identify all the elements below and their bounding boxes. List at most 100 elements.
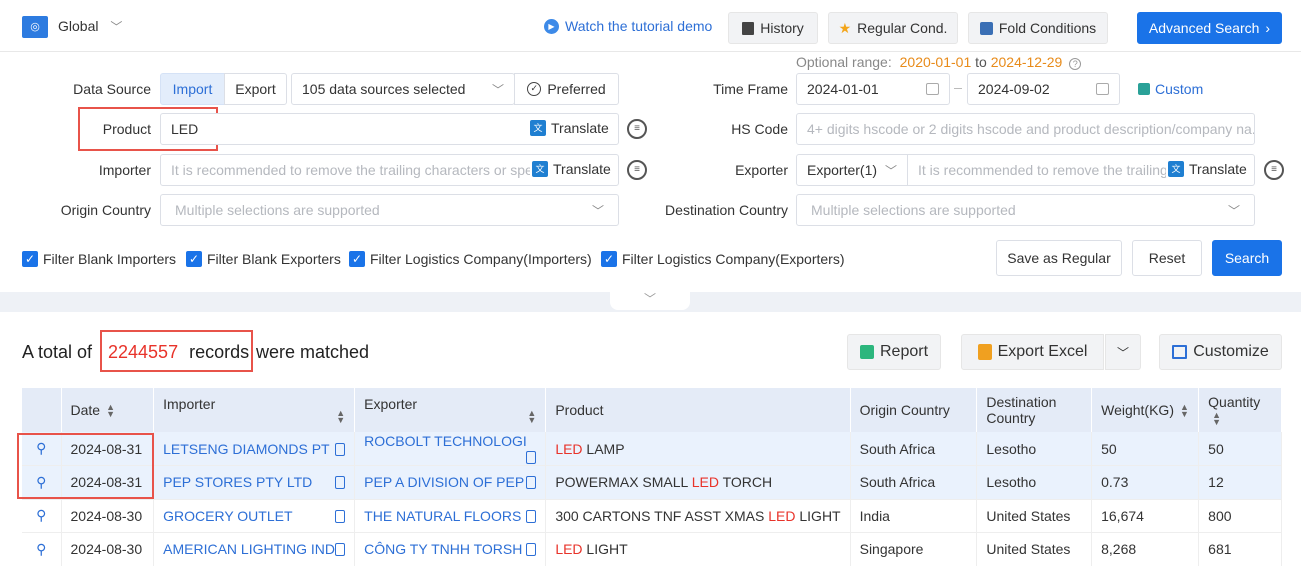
calendar-icon	[1096, 83, 1109, 95]
expand-options-icon[interactable]: ≡	[1264, 160, 1284, 180]
custom-icon	[1138, 83, 1150, 95]
tutorial-link[interactable]: ▶ Watch the tutorial demo	[544, 18, 712, 34]
origin-cell: India	[850, 499, 978, 533]
copy-icon[interactable]	[335, 476, 346, 490]
data-source-label: Data Source	[73, 81, 151, 97]
customize-button[interactable]: Customize	[1159, 334, 1282, 370]
filter-logistics-exporters[interactable]: ✓ Filter Logistics Company(Exporters)	[601, 251, 845, 267]
table-row[interactable]: ⚲ 2024-08-31 PEP STORES PTY LTD PEP A DIVIS…	[22, 465, 1282, 500]
exporter-cell[interactable]: CÔNG TY TNHH TORSH	[354, 532, 547, 566]
custom-link[interactable]: Custom	[1138, 81, 1203, 97]
advanced-search-button[interactable]: Advanced Search ›	[1137, 12, 1282, 44]
header-weight[interactable]: Weight(KG) ▲ ▼	[1091, 388, 1200, 432]
copy-icon[interactable]	[335, 509, 346, 523]
region-selector[interactable]: Global ﹀	[58, 18, 122, 35]
importer-cell[interactable]: LETSENG DIAMONDS PT	[153, 432, 356, 466]
importer-link[interactable]: PEP STORES PTY LTD	[163, 474, 312, 490]
sort-icon[interactable]: ▲ ▼	[1180, 403, 1189, 419]
destination-country-select[interactable]: Multiple selections are supported ﹀	[796, 194, 1255, 226]
table-row[interactable]: ⚲ 2024-08-30 AMERICAN LIGHTING IND CÔNG TY …	[22, 532, 1282, 566]
expand-options-icon[interactable]: ≡	[627, 160, 647, 180]
export-excel-button[interactable]: Export Excel	[961, 334, 1104, 370]
importer-cell[interactable]: GROCERY OUTLET	[153, 499, 356, 533]
copy-icon[interactable]	[526, 509, 537, 523]
preferred-button[interactable]: ✓ Preferred	[514, 73, 619, 105]
date-cell: 2024-08-30	[61, 532, 155, 566]
results-table: Date ▲ ▼ Importer ▲ ▼ Exporter ▲ ▼ Product Ori…	[22, 388, 1282, 566]
importer-link[interactable]: GROCERY OUTLET	[163, 508, 292, 524]
importer-link[interactable]: AMERICAN LIGHTING IND	[163, 541, 335, 557]
filter-logistics-importers[interactable]: ✓ Filter Logistics Company(Importers)	[349, 251, 592, 267]
exporter-translate-button[interactable]: 文 Translate	[1166, 161, 1247, 177]
exporter-link[interactable]: PEP A DIVISION OF PEP	[364, 474, 524, 490]
exporter-cell[interactable]: ROCBOLT TECHNOLOGI	[354, 432, 547, 466]
import-tab[interactable]: Import	[160, 73, 225, 105]
collapse-toggle[interactable]: ﹀	[610, 292, 690, 310]
report-icon	[859, 345, 874, 359]
exporter-link[interactable]: CÔNG TY TNHH TORSH	[364, 541, 522, 557]
origin-country-select[interactable]: Multiple selections are supported ﹀	[160, 194, 619, 226]
filter-blank-importers[interactable]: ✓ Filter Blank Importers	[22, 251, 176, 267]
copy-icon[interactable]	[526, 543, 537, 557]
exporter-label: Exporter	[735, 162, 788, 178]
header-date[interactable]: Date ▲ ▼	[61, 388, 155, 432]
header-origin: Origin Country	[850, 388, 978, 432]
export-options-button[interactable]: ﹀	[1105, 334, 1141, 370]
reset-button[interactable]: Reset	[1132, 240, 1202, 276]
magnifier-icon[interactable]: ⚲	[36, 541, 46, 557]
table-row[interactable]: ⚲ 2024-08-31 LETSENG DIAMONDS PT ROCBOLT TE…	[22, 432, 1282, 466]
expand-options-icon[interactable]: ≡	[627, 119, 647, 139]
exporter-link[interactable]: ROCBOLT TECHNOLOGI	[364, 433, 527, 449]
results-count-wrap: 2244557 records	[108, 342, 250, 362]
importer-cell[interactable]: PEP STORES PTY LTD	[153, 465, 356, 500]
chevron-down-icon: ﹀	[884, 163, 897, 178]
help-icon[interactable]: ?	[1069, 58, 1082, 70]
chevron-down-icon: ﹀	[1227, 203, 1240, 218]
data-sources-select[interactable]: 105 data sources selected ﹀	[291, 73, 515, 105]
row-detail-cell[interactable]: ⚲	[22, 499, 62, 533]
hs-code-input[interactable]: 4+ digits hscode or 2 digits hscode and …	[796, 113, 1255, 145]
copy-icon[interactable]	[526, 476, 537, 490]
fold-conditions-button[interactable]: Fold Conditions	[968, 12, 1108, 44]
sort-icon[interactable]: ▲ ▼	[1212, 411, 1221, 427]
product-translate-button[interactable]: 文 Translate	[530, 120, 609, 136]
table-row[interactable]: ⚲ 2024-08-30 GROCERY OUTLET THE NATURAL FLO…	[22, 499, 1282, 533]
magnifier-icon[interactable]: ⚲	[36, 507, 46, 523]
save-as-regular-button[interactable]: Save as Regular	[996, 240, 1122, 276]
play-icon: ▶	[544, 18, 559, 34]
header-quantity[interactable]: Quantity▲ ▼	[1198, 388, 1282, 432]
checkbox-checked-icon: ✓	[186, 251, 202, 267]
header-importer[interactable]: Importer ▲ ▼	[153, 388, 356, 432]
copy-icon[interactable]	[335, 543, 346, 557]
quantity-cell: 50	[1198, 432, 1282, 466]
importer-link[interactable]: LETSENG DIAMONDS PT	[163, 441, 329, 457]
sort-icon[interactable]: ▲ ▼	[527, 409, 536, 425]
chevron-right-icon: ›	[1265, 20, 1271, 36]
regular-cond-button[interactable]: ★ Regular Cond.	[828, 12, 958, 44]
search-button[interactable]: Search	[1212, 240, 1282, 276]
weight-cell: 16,674	[1091, 499, 1200, 533]
report-button[interactable]: Report	[847, 334, 941, 370]
star-icon: ★	[838, 19, 852, 36]
history-button[interactable]: History	[728, 12, 818, 44]
exporter-type-select[interactable]: Exporter(1) ﹀	[796, 154, 908, 186]
importer-cell[interactable]: AMERICAN LIGHTING IND	[153, 532, 356, 566]
export-tab[interactable]: Export	[224, 73, 287, 105]
header-exporter[interactable]: Exporter ▲ ▼	[354, 388, 547, 432]
date-to-input[interactable]: 2024-09-02	[967, 73, 1120, 105]
filter-blank-exporters[interactable]: ✓ Filter Blank Exporters	[186, 251, 341, 267]
exporter-cell[interactable]: PEP A DIVISION OF PEP	[354, 465, 547, 500]
copy-icon[interactable]	[526, 451, 537, 464]
sort-icon[interactable]: ▲ ▼	[336, 409, 345, 425]
date-from-input[interactable]: 2024-01-01	[796, 73, 950, 105]
exporter-link[interactable]: THE NATURAL FLOORS	[364, 508, 521, 524]
sort-icon[interactable]: ▲ ▼	[106, 403, 115, 419]
copy-icon[interactable]	[335, 442, 346, 456]
origin-cell: South Africa	[850, 432, 978, 466]
row-detail-cell[interactable]: ⚲	[22, 532, 62, 566]
results-suffix: were matched	[256, 342, 370, 362]
importer-translate-button[interactable]: 文 Translate	[530, 161, 611, 177]
exporter-cell[interactable]: THE NATURAL FLOORS	[354, 499, 547, 533]
chevron-down-icon: ﹀	[643, 292, 656, 306]
rows-highlight-box	[17, 433, 154, 499]
